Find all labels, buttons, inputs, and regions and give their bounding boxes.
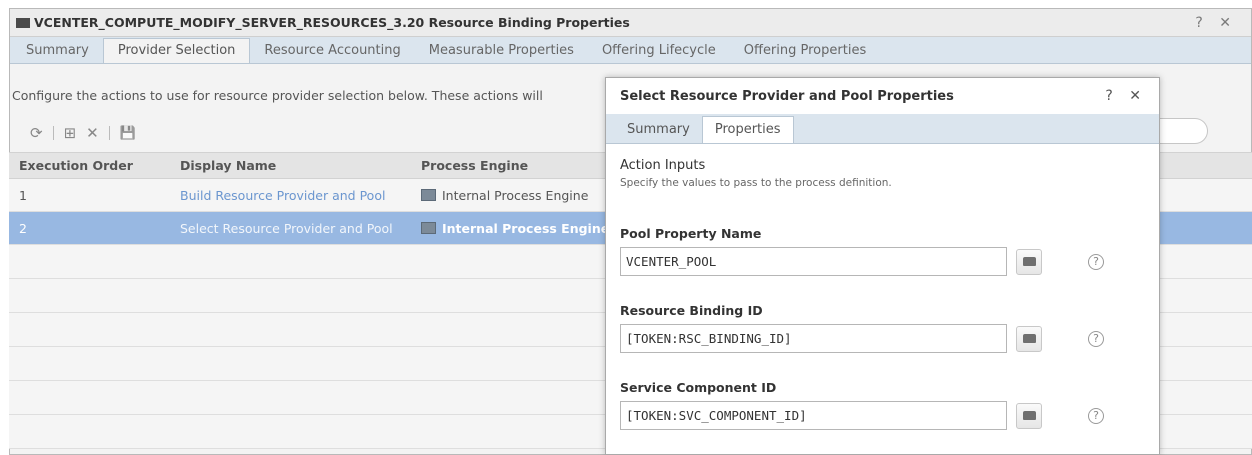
resource-binding-id-input[interactable]: [TOKEN:RSC_BINDING_ID] (620, 324, 1007, 353)
dialog-tabs: Summary Properties (606, 114, 1159, 144)
pool-property-name-input[interactable]: VCENTER_POOL (620, 247, 1007, 276)
field-value: [TOKEN:RSC_BINDING_ID] (626, 331, 792, 346)
tab-summary[interactable]: Summary (12, 39, 103, 63)
row-display-name-link[interactable]: Select Resource Provider and Pool (180, 221, 393, 236)
main-tabs: Summary Provider Selection Resource Acco… (10, 37, 1251, 64)
browse-button[interactable] (1016, 325, 1042, 352)
provider-pool-properties-dialog: Select Resource Provider and Pool Proper… (605, 77, 1160, 455)
tab-provider-selection[interactable]: Provider Selection (102, 38, 251, 63)
header-display-name[interactable]: Display Name (180, 158, 421, 173)
dialog-tab-summary[interactable]: Summary (615, 117, 702, 143)
dialog-title: Select Resource Provider and Pool Proper… (620, 88, 954, 104)
field-pool-property-name: Pool Property Name VCENTER_POOL ? (620, 226, 1104, 276)
drive-icon (1022, 257, 1036, 266)
tab-offering-properties[interactable]: Offering Properties (730, 39, 880, 63)
header-execution-order[interactable]: Execution Order (9, 158, 180, 173)
field-value: [TOKEN:SVC_COMPONENT_ID] (626, 408, 807, 423)
action-inputs-description: Specify the values to pass to the proces… (620, 177, 892, 189)
refresh-icon[interactable]: ⟳ (30, 124, 43, 142)
field-label: Pool Property Name (620, 226, 762, 241)
save-icon[interactable]: 💾 (120, 126, 136, 141)
dialog-controls[interactable]: ? ✕ (1105, 88, 1147, 104)
window-title: VCENTER_COMPUTE_MODIFY_SERVER_RESOURCES_… (34, 15, 630, 30)
tab-measurable-properties[interactable]: Measurable Properties (415, 39, 588, 63)
row-order: 2 (19, 220, 27, 236)
row-display-name-link[interactable]: Build Resource Provider and Pool (180, 188, 385, 203)
provider-selection-description: Configure the actions to use for resourc… (12, 88, 543, 103)
field-service-component-id: Service Component ID [TOKEN:SVC_COMPONEN… (620, 380, 1104, 430)
delete-icon[interactable]: ✕ (86, 124, 99, 142)
tab-offering-lifecycle[interactable]: Offering Lifecycle (588, 39, 730, 63)
service-component-id-input[interactable]: [TOKEN:SVC_COMPONENT_ID] (620, 401, 1007, 430)
field-label: Service Component ID (620, 380, 777, 395)
tab-resource-accounting[interactable]: Resource Accounting (250, 39, 414, 63)
row-process-engine: Internal Process Engine (442, 187, 589, 203)
window-titlebar: VCENTER_COMPUTE_MODIFY_SERVER_RESOURCES_… (10, 9, 1251, 37)
field-resource-binding-id: Resource Binding ID [TOKEN:RSC_BINDING_I… (620, 303, 1104, 353)
process-engine-icon (421, 188, 436, 201)
field-label: Resource Binding ID (620, 303, 763, 318)
window-icon (16, 17, 30, 28)
dialog-tab-properties[interactable]: Properties (701, 116, 794, 143)
help-icon[interactable]: ? (1088, 253, 1104, 270)
help-icon[interactable]: ? (1088, 407, 1104, 424)
browse-button[interactable] (1016, 402, 1042, 429)
window-controls[interactable]: ? ✕ (1195, 15, 1237, 31)
toolbar-divider (52, 126, 54, 140)
dialog-titlebar: Select Resource Provider and Pool Proper… (606, 78, 1159, 114)
add-icon[interactable]: ⊞ (64, 124, 77, 142)
dialog-body: Action Inputs Specify the values to pass… (606, 144, 1159, 201)
browse-button[interactable] (1016, 248, 1042, 275)
drive-icon (1022, 334, 1036, 343)
row-process-engine: Internal Process Engine (442, 220, 610, 236)
grid-toolbar: ⟳ ⊞ ✕ 💾 (30, 124, 136, 142)
row-order: 1 (19, 187, 27, 203)
help-icon[interactable]: ? (1088, 330, 1104, 347)
drive-icon (1022, 411, 1036, 420)
field-value: VCENTER_POOL (626, 254, 717, 269)
toolbar-divider (108, 126, 110, 140)
process-engine-icon (421, 221, 436, 234)
action-inputs-heading: Action Inputs (620, 158, 706, 173)
